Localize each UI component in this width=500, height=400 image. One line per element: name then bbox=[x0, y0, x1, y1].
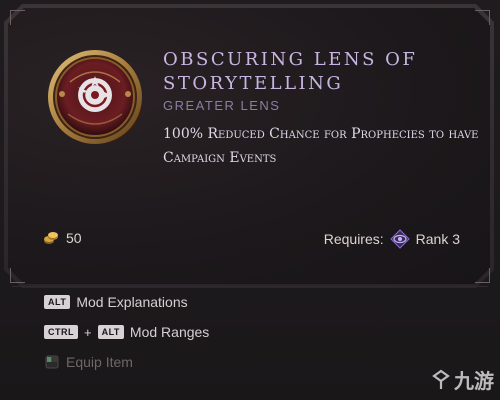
keybind-label: Equip Item bbox=[66, 354, 133, 370]
plus-sign: + bbox=[84, 324, 92, 340]
keybind-mod-ranges[interactable]: CTRL + ALT Mod Ranges bbox=[44, 324, 209, 340]
requires-label: Requires: bbox=[323, 231, 384, 247]
item-modifier: 100% Reduced Chance for Prophecies to ha… bbox=[163, 126, 479, 166]
keybind-label: Mod Ranges bbox=[129, 324, 210, 340]
ctrl-key: CTRL bbox=[44, 325, 78, 339]
gold-coin-icon bbox=[44, 232, 58, 244]
keybind-label: Mod Explanations bbox=[76, 294, 188, 310]
keybind-mod-explanations[interactable]: ALT Mod Explanations bbox=[44, 294, 188, 310]
watermark-logo: 九游 bbox=[430, 365, 494, 394]
watermark-icon bbox=[432, 369, 450, 389]
frame-corner bbox=[10, 10, 25, 25]
keybind-equip-item[interactable]: Equip Item bbox=[44, 354, 133, 370]
lens-icon bbox=[48, 50, 142, 144]
watermark-text: 九游 bbox=[454, 369, 494, 393]
rank-requirement: Requires: Rank 3 bbox=[324, 229, 460, 249]
item-type: Greater Lens bbox=[163, 98, 281, 113]
faction-eye-icon bbox=[389, 229, 410, 249]
item-tooltip: Obscuring Lens of Storytelling Greater L… bbox=[0, 0, 500, 400]
item-name: Obscuring Lens of Storytelling bbox=[163, 49, 418, 94]
frame-corner bbox=[10, 268, 25, 283]
frame-corner bbox=[475, 10, 490, 25]
alt-key: ALT bbox=[44, 295, 71, 309]
frame-corner bbox=[475, 268, 490, 283]
rank-text: Rank 3 bbox=[415, 231, 460, 247]
section-divider bbox=[12, 286, 488, 287]
cost-value: 50 bbox=[66, 230, 82, 246]
mouse-icon bbox=[45, 355, 59, 369]
item-cost: 50 bbox=[42, 229, 82, 247]
alt-key: ALT bbox=[97, 325, 124, 339]
